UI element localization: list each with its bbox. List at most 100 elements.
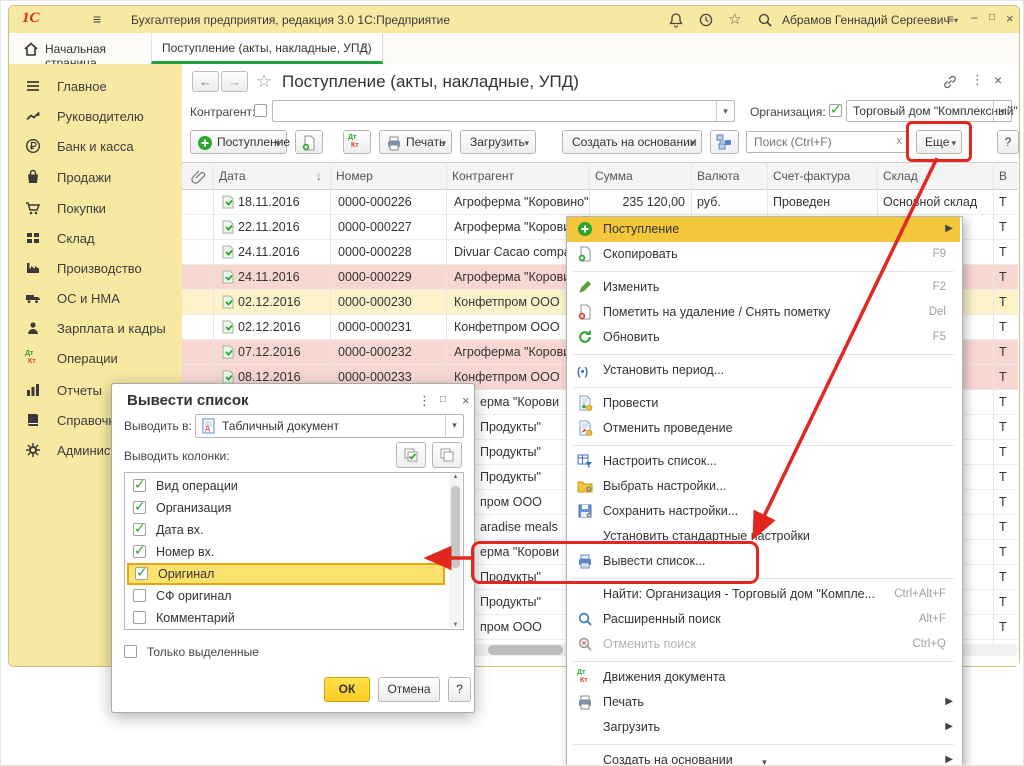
help-button[interactable]: ? bbox=[997, 130, 1019, 154]
main-menu-icon[interactable]: ≡ bbox=[93, 11, 101, 27]
menu-item-15[interactable]: Сохранить настройки... bbox=[567, 499, 960, 524]
close-button[interactable]: × bbox=[1006, 11, 1014, 26]
dialog-maximize-icon[interactable]: □ bbox=[440, 394, 446, 405]
sidebar-item-6[interactable]: Склад bbox=[9, 226, 182, 252]
sidebar-item-10[interactable]: ДтКтОперации bbox=[9, 346, 182, 372]
service-menu-icon[interactable]: ≡▾ bbox=[947, 12, 958, 26]
menu-item-27[interactable]: Создать на основании▶ bbox=[567, 748, 960, 766]
search-icon[interactable] bbox=[757, 12, 773, 28]
output-to-select[interactable]: A Табличный документ ▾ bbox=[195, 414, 464, 438]
organization-input[interactable]: Торговый дом "Комплексный" ООО ▾ bbox=[846, 100, 1012, 122]
menu-item-23[interactable]: ДтКтДвижения документа bbox=[567, 665, 960, 690]
column-checkbox[interactable] bbox=[133, 611, 146, 624]
dialog-kebab-icon[interactable]: ⋮ bbox=[418, 393, 431, 409]
maximize-button[interactable]: □ bbox=[989, 12, 995, 23]
notifications-bell-icon[interactable] bbox=[668, 12, 684, 28]
history-clock-icon[interactable] bbox=[698, 12, 714, 28]
scroll-up-icon[interactable]: ▲ bbox=[449, 474, 462, 480]
cancel-button[interactable]: Отмена bbox=[378, 677, 440, 702]
copy-button[interactable] bbox=[295, 130, 323, 154]
minimize-button[interactable]: – bbox=[971, 10, 978, 24]
menu-item-10[interactable]: Провести bbox=[567, 391, 960, 416]
dtkt-button[interactable]: ДтКт bbox=[343, 130, 371, 154]
document-structure-button[interactable] bbox=[710, 130, 739, 154]
dialog-column-item[interactable]: Номер вх. bbox=[125, 541, 447, 563]
create-based-button[interactable]: Создать на основании ▾ bbox=[562, 130, 702, 154]
back-button[interactable]: ← bbox=[192, 71, 219, 92]
user-name[interactable]: Абрамов Геннадий Сергеевич bbox=[782, 13, 950, 27]
menu-item-11[interactable]: Отменить проведение bbox=[567, 416, 960, 441]
dialog-column-item[interactable]: Дата вх. bbox=[125, 519, 447, 541]
menu-item-13[interactable]: Настроить список... bbox=[567, 449, 960, 474]
load-button[interactable]: Загрузить ▾ bbox=[460, 130, 536, 154]
form-close-icon[interactable]: × bbox=[994, 72, 1002, 88]
menu-item-2[interactable]: СкопироватьF9 bbox=[567, 242, 960, 267]
dropdown-caret-icon[interactable]: ▾ bbox=[993, 101, 1011, 121]
column-checkbox[interactable] bbox=[133, 589, 146, 602]
ok-button[interactable]: ОК bbox=[324, 677, 370, 702]
menu-item-1[interactable]: Поступление▶ bbox=[567, 217, 960, 242]
menu-item-5[interactable]: Пометить на удаление / Снять пометкуDel bbox=[567, 300, 960, 325]
menu-item-20[interactable]: Расширенный поискAlt+F bbox=[567, 607, 960, 632]
menu-item-24[interactable]: Печать▶ bbox=[567, 690, 960, 715]
tab-home[interactable]: Начальная страница bbox=[9, 33, 151, 64]
cell-currency: руб. bbox=[697, 195, 721, 209]
menu-item-25[interactable]: Загрузить▶ bbox=[567, 715, 960, 740]
favorites-star-icon[interactable]: ☆ bbox=[728, 10, 741, 28]
tab-receipts[interactable]: Поступление (акты, накладные, УПД) × bbox=[151, 33, 383, 64]
menu-item-label: Обновить bbox=[603, 330, 660, 344]
dialog-close-icon[interactable]: × bbox=[462, 393, 470, 408]
scroll-down-icon[interactable]: ▼ bbox=[449, 622, 462, 628]
column-checkbox[interactable] bbox=[133, 501, 146, 514]
table-header[interactable]: Дата↓НомерКонтрагентСуммаВалютаСчет-факт… bbox=[182, 162, 1018, 190]
organization-checkbox[interactable] bbox=[829, 104, 842, 117]
menu-separator bbox=[573, 661, 954, 662]
dialog-column-item[interactable]: СФ оригинал bbox=[125, 585, 447, 607]
dropdown-caret-icon[interactable]: ▾ bbox=[716, 101, 734, 121]
column-checkbox[interactable] bbox=[135, 567, 148, 580]
dialog-column-item[interactable]: Организация bbox=[125, 497, 447, 519]
search-clear-icon[interactable]: x bbox=[897, 135, 903, 147]
forward-button[interactable]: → bbox=[221, 71, 248, 92]
dialog-column-item[interactable]: Комментарий bbox=[125, 607, 447, 629]
menu-item-14[interactable]: Выбрать настройки... bbox=[567, 474, 960, 499]
sidebar-item-8[interactable]: ОС и НМА bbox=[9, 286, 182, 312]
search-input[interactable] bbox=[752, 134, 886, 150]
column-checkbox[interactable] bbox=[133, 479, 146, 492]
search-field[interactable]: x bbox=[746, 131, 908, 153]
sort-arrow-icon[interactable]: ↓ bbox=[316, 169, 322, 183]
dialog-list-scrollbar[interactable]: ▲ ▼ bbox=[449, 474, 462, 628]
tab-close-icon[interactable]: × bbox=[361, 40, 368, 54]
menu-item-4[interactable]: ИзменитьF2 bbox=[567, 275, 960, 300]
print-button[interactable]: Печать ▾ bbox=[379, 130, 452, 154]
sidebar-item-7[interactable]: Производство bbox=[9, 256, 182, 282]
favorite-star-icon[interactable]: ☆ bbox=[256, 71, 272, 92]
counterparty-input[interactable]: ▾ bbox=[272, 100, 735, 122]
menu-item-6[interactable]: ОбновитьF5 bbox=[567, 325, 960, 350]
scrollbar-thumb[interactable] bbox=[488, 645, 563, 655]
dialog-column-item[interactable]: Вид операции bbox=[125, 475, 447, 497]
sidebar-item-2[interactable]: Руководителю bbox=[9, 104, 182, 130]
menu-item-21[interactable]: Отменить поискCtrl+Q bbox=[567, 632, 960, 657]
sidebar-item-1[interactable]: Главное bbox=[9, 74, 182, 100]
sidebar-item-5[interactable]: Покупки bbox=[9, 196, 182, 222]
uncheck-all-button[interactable] bbox=[432, 442, 462, 468]
sidebar-item-3[interactable]: Банк и касса bbox=[9, 134, 182, 160]
column-checkbox[interactable] bbox=[133, 545, 146, 558]
column-checkbox[interactable] bbox=[133, 523, 146, 536]
only-selected-checkbox[interactable] bbox=[124, 645, 137, 658]
scrollbar-thumb[interactable] bbox=[451, 486, 460, 568]
sidebar-item-4[interactable]: Продажи bbox=[9, 165, 182, 191]
link-icon[interactable] bbox=[942, 74, 958, 90]
table-row[interactable]: 18.11.20160000-000226Агроферма "Коровино… bbox=[182, 190, 1018, 215]
kebab-menu-icon[interactable]: ⋮ bbox=[971, 72, 984, 88]
sidebar-item-9[interactable]: Зарплата и кадры bbox=[9, 316, 182, 342]
dialog-column-item[interactable]: Оригинал bbox=[127, 563, 445, 585]
dialog-help-button[interactable]: ? bbox=[448, 677, 471, 702]
counterparty-checkbox[interactable] bbox=[254, 104, 267, 117]
menu-item-19[interactable]: Найти: Организация - Торговый дом "Компл… bbox=[567, 582, 960, 607]
new-receipt-button[interactable]: Поступление ▾ bbox=[190, 130, 287, 154]
menu-item-8[interactable]: (•)Установить период... bbox=[567, 358, 960, 383]
dropdown-caret-icon[interactable]: ▾ bbox=[445, 415, 463, 437]
check-all-button[interactable] bbox=[396, 442, 426, 468]
